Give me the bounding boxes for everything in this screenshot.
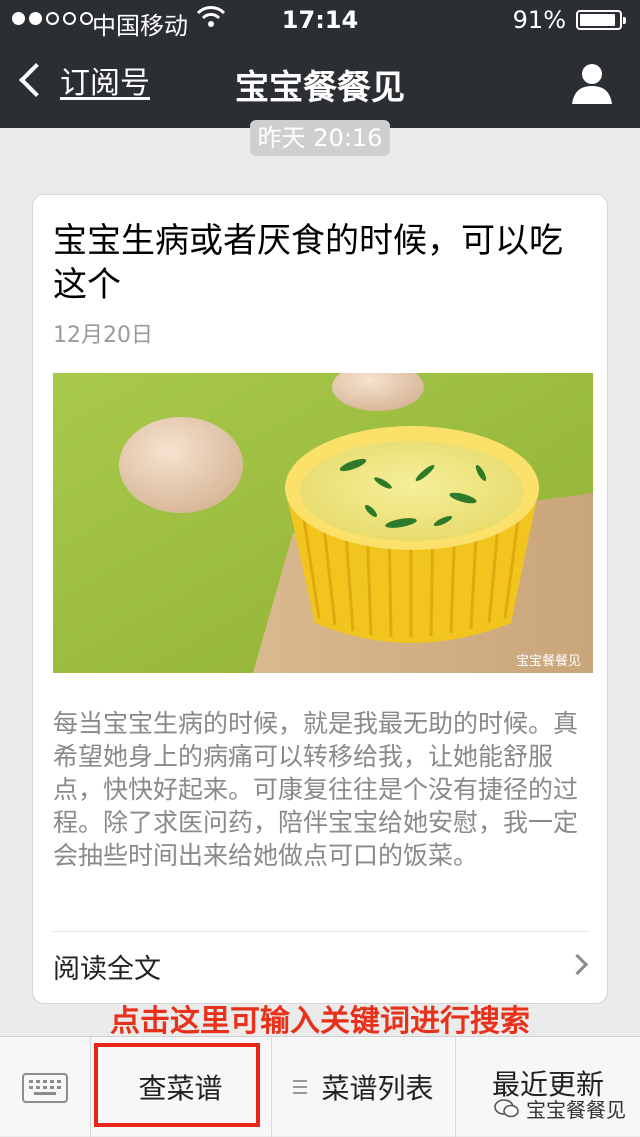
article-card[interactable]: 宝宝生病或者厌食的时候，可以吃这个 12月20日 宝宝餐餐见 每当宝宝生病的时候… (32, 194, 608, 1004)
search-hint-annotation: 点击这里可输入关键词进行搜索 (110, 1004, 530, 1039)
keyboard-toggle-button[interactable] (0, 1037, 91, 1137)
chevron-right-icon (566, 953, 589, 976)
highlight-box (94, 1043, 260, 1127)
menu-search-recipes[interactable]: 查菜谱 (90, 1037, 272, 1137)
status-bar: 中国移动 17:14 91% (0, 0, 640, 40)
top-bar: 中国移动 17:14 91% 订阅号 宝宝餐餐见 (0, 0, 640, 128)
keyboard-icon (22, 1073, 68, 1103)
read-more-link[interactable]: 阅读全文 (53, 947, 161, 986)
page-title: 宝宝餐餐见 (235, 68, 405, 108)
wechat-icon (494, 1098, 519, 1117)
article-summary: 每当宝宝生病的时候，就是我最无助的时候。真希望她身上的病痛可以转移给我，让她能舒… (53, 709, 579, 870)
article-title: 宝宝生病或者厌食的时候，可以吃这个 (53, 221, 563, 305)
menu-list-icon (293, 1080, 308, 1094)
menu-label: 菜谱列表 (321, 1072, 434, 1105)
watermark-label: 宝宝餐餐见 (526, 1098, 626, 1122)
nav-bar: 订阅号 宝宝餐餐见 (0, 40, 640, 128)
profile-icon[interactable] (572, 62, 612, 106)
menu-recipe-list[interactable]: 菜谱列表 (272, 1037, 456, 1137)
battery-percent: 91% (512, 6, 566, 34)
article-cover-image: 宝宝餐餐见 (53, 373, 593, 673)
image-watermark: 宝宝餐餐见 (515, 654, 581, 669)
article-date: 12月20日 (53, 323, 153, 348)
wechat-watermark: 宝宝餐餐见 (494, 1094, 626, 1123)
divider (53, 931, 589, 932)
message-timestamp: 昨天 20:16 (250, 120, 390, 156)
battery-icon (576, 10, 626, 30)
